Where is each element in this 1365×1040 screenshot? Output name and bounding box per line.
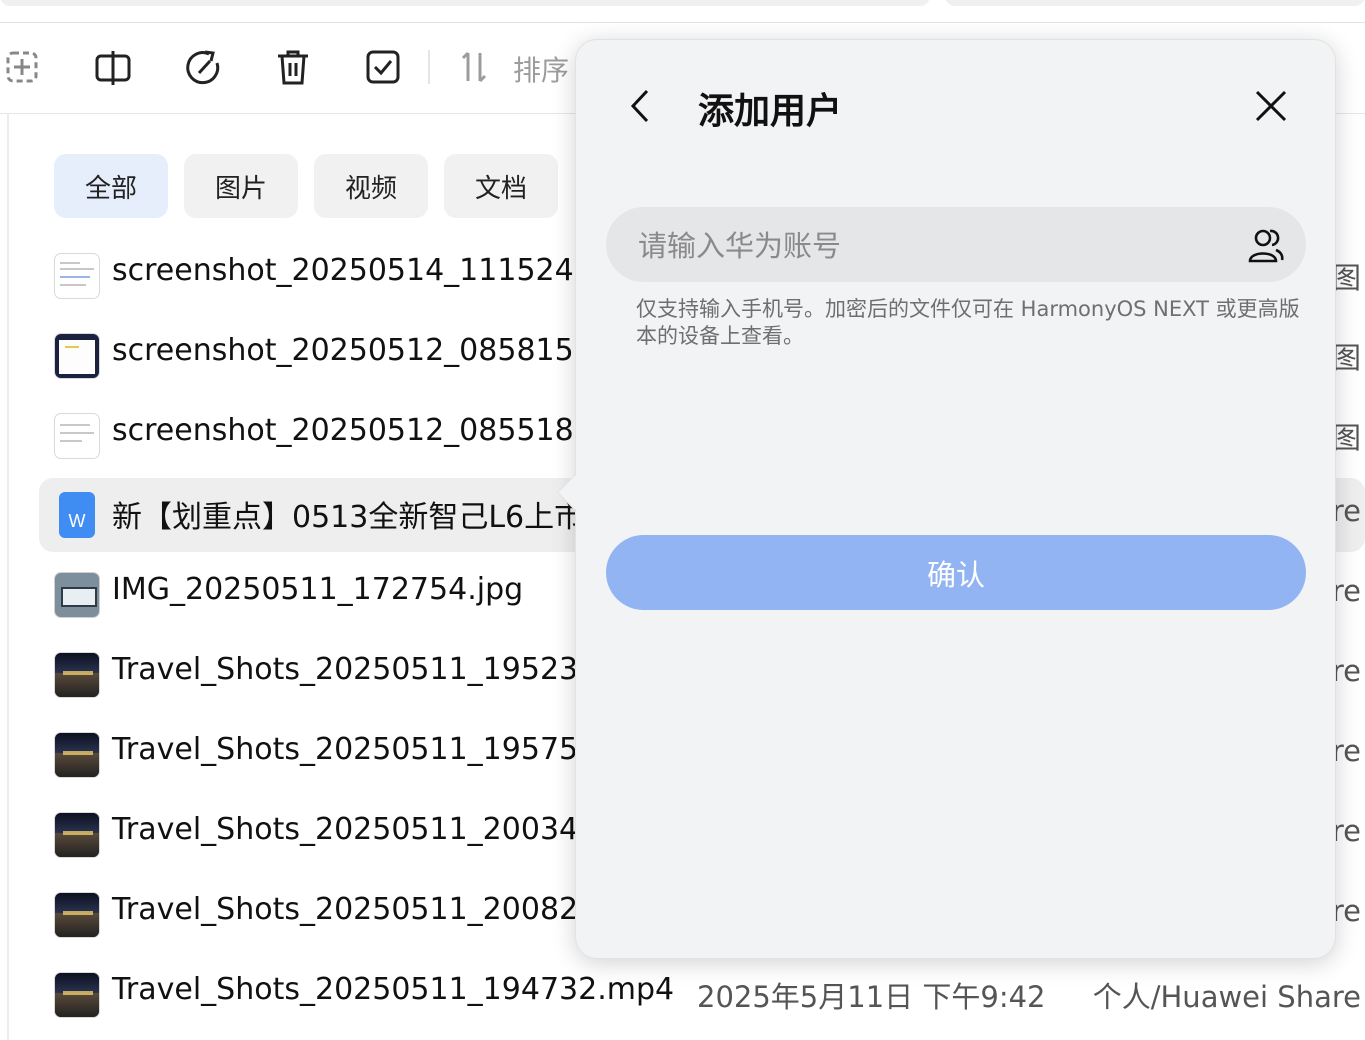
file-name: screenshot_20250512_085518.jpg [112,413,630,448]
screenshot-thumbnail [54,253,100,299]
file-location: re [1331,814,1361,848]
account-input[interactable] [636,207,1240,284]
chevron-left-icon [630,89,649,123]
top-pill-left [0,0,930,6]
screenshot-thumbnail [54,413,100,459]
video-thumbnail [54,892,100,938]
top-strip [0,0,1365,23]
refresh-button[interactable] [181,45,225,89]
back-button[interactable] [620,84,664,128]
file-location: 个人/Huawei Share [1092,980,1361,1014]
filter-chip-documents[interactable]: 文档 [444,154,558,218]
top-pill-right [945,0,1365,6]
video-thumbnail [54,732,100,778]
contacts-icon [1248,229,1284,263]
file-location: re [1331,494,1361,528]
file-name: screenshot_20250512_085815.jpg [112,333,630,368]
dialog-title: 添加用户 [698,91,843,132]
sort-icon-button[interactable] [452,45,496,89]
file-name: IMG_20250511_172754.jpg [112,572,524,607]
add-selection-icon [6,51,38,83]
account-hint: 仅支持输入手机号。加密后的文件仅可在 HarmonyOS NEXT 或更高版本的… [636,297,1300,348]
confirm-button[interactable]: 确认 [606,535,1306,610]
file-date: 2025年5月11日 下午9:42 [697,980,1046,1014]
add-user-dialog: 添加用户 仅支持输入手机号。加密后的文件仅可在 HarmonyOS NEXT 或… [556,39,1336,959]
sort-icon [461,51,487,83]
split-view-icon [95,51,131,85]
video-thumbnail [54,972,100,1018]
filter-chip-videos[interactable]: 视频 [314,154,428,218]
trash-icon [278,50,308,85]
filter-chip-all[interactable]: 全部 [54,154,168,218]
file-name: 新【划重点】0513全新智己L6上市 [112,500,585,535]
file-location: re [1331,654,1361,688]
sort-label[interactable]: 排序 [513,49,569,89]
toolbar-divider [428,50,430,84]
select-add-button[interactable] [0,45,44,89]
split-view-button[interactable] [91,45,135,89]
close-button[interactable] [1249,84,1293,128]
video-thumbnail [54,812,100,858]
contacts-button[interactable] [1244,223,1288,267]
screenshot-thumbnail [54,333,100,379]
content-border [7,114,9,1040]
file-name: Travel_Shots_20250511_194732.mp4 [112,972,675,1007]
file-name: screenshot_20250514_111524.jpg [112,253,630,288]
word-icon-letter: W [68,511,86,531]
video-thumbnail [54,652,100,698]
account-field [606,207,1306,284]
multi-select-button[interactable] [361,45,405,89]
file-row[interactable]: Travel_Shots_20250511_194732.mp4 2025年5月… [39,958,1365,1032]
rotate-icon [186,50,220,85]
word-document-icon: W [59,492,95,538]
close-icon [1255,90,1287,122]
photo-thumbnail [54,572,100,618]
checkbox-icon [366,50,400,84]
file-location: re [1331,894,1361,928]
filter-chip-images[interactable]: 图片 [184,154,298,218]
file-location: re [1331,734,1361,768]
delete-button[interactable] [271,45,315,89]
file-location: re [1331,574,1361,608]
